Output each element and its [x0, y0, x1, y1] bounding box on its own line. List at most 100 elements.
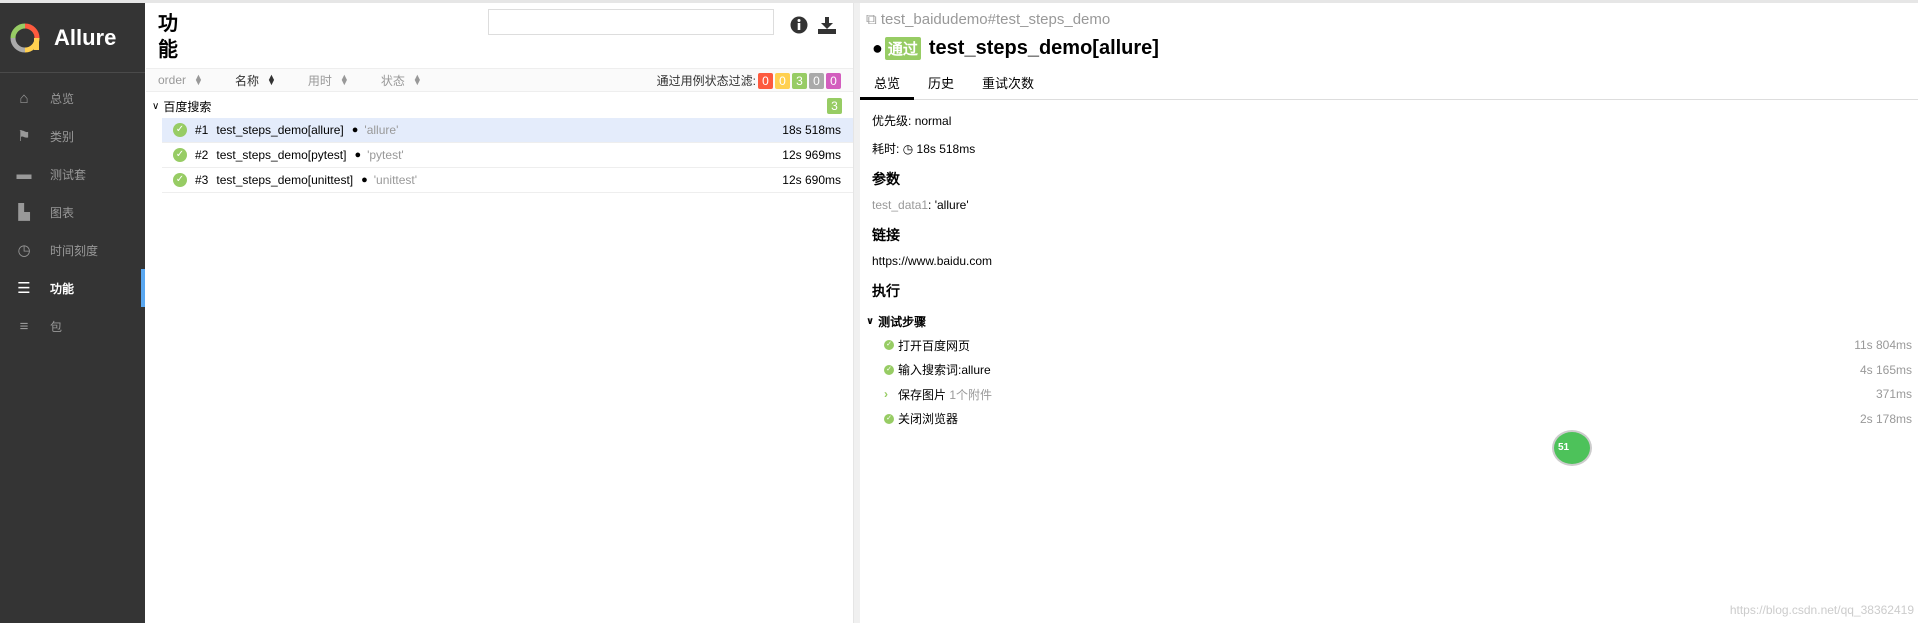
search-input[interactable]	[488, 9, 774, 35]
steps-toggle[interactable]: ∨ 测试步骤	[866, 309, 1912, 333]
param-value: 'allure'	[934, 198, 969, 212]
watermark: https://blog.csdn.net/qq_38362419	[1729, 603, 1914, 617]
sidebar-item-graphs[interactable]: ▙ 图表	[0, 193, 145, 231]
bar-chart-icon: ▙	[18, 204, 30, 221]
copy-icon[interactable]: ⧉	[866, 11, 881, 28]
step-name: 打开百度网页	[898, 338, 971, 353]
test-path: ⧉ test_baidudemo#test_steps_demo	[866, 11, 1110, 28]
step-duration: 4s 165ms	[1859, 362, 1912, 377]
sidebar-item-label: 测试套	[50, 167, 87, 182]
step-attachments: 1个附件	[949, 387, 993, 402]
clock-icon: ◷	[17, 242, 31, 259]
sidebar-item-label: 功能	[50, 281, 75, 296]
sidebar-item-label: 包	[50, 319, 63, 334]
sidebar-item-categories[interactable]: ⚑ 类别	[0, 117, 145, 155]
duration-label: 耗时:	[872, 142, 900, 156]
parameter: test_data1: 'allure'	[872, 198, 969, 212]
filter-skipped[interactable]: 0	[809, 72, 824, 89]
sort-icon: ▲ ▼	[194, 72, 203, 87]
row-name: test_steps_demo[allure]	[216, 123, 344, 137]
sort-label: order	[158, 73, 187, 87]
sort-status[interactable]: 状态 ▲ ▼	[381, 72, 422, 89]
step[interactable]: ✓ 打开百度网页 11s 804ms	[872, 333, 1912, 358]
check-circle-icon: ✓	[173, 123, 187, 137]
allure-logo-icon	[10, 23, 40, 52]
parameter-icon: ●	[351, 124, 359, 136]
info-icon[interactable]	[789, 15, 809, 35]
detail-tabs: 总览 历史 重试次数	[860, 73, 1918, 100]
sort-icon: ▲ ▼	[266, 72, 276, 87]
page-title: 功能	[158, 13, 178, 61]
row-duration: 12s 690ms	[782, 173, 841, 187]
filter-broken[interactable]: 0	[775, 72, 790, 89]
step-name: 关闭浏览器	[898, 412, 959, 427]
check-circle-icon: ✓	[173, 173, 187, 187]
floating-bubble[interactable]: 51	[1552, 430, 1592, 466]
sort-bar: order ▲ ▼ 名称 ▲ ▼ 用时 ▲ ▼ 状态 ▲ ▼ 通过用例状态过滤: 0 0 3 0…	[146, 68, 853, 92]
sidebar-item-label: 图表	[50, 205, 75, 220]
step[interactable]: › 保存图片 1个附件 371ms	[872, 382, 1912, 407]
test-title: ● 通过 test_steps_demo[allure]	[872, 37, 1159, 60]
sort-label: 用时	[307, 73, 332, 88]
step-name: 输入搜索词:allure	[898, 363, 991, 378]
step-duration: 11s 804ms	[1854, 338, 1912, 353]
sidebar-item-packages[interactable]: ≡ 包	[0, 307, 145, 345]
list-icon: ☰	[17, 280, 31, 297]
parameter-icon: ●	[872, 38, 883, 58]
path-text: test_baidudemo#test_steps_demo	[880, 11, 1111, 28]
sort-duration[interactable]: 用时 ▲ ▼	[308, 72, 349, 89]
row-param: 'pytest'	[367, 148, 404, 162]
sidebar: Allure ⌂ 总览 ⚑ 类别 ▬ 测试套 ▙ 图表 ◷ 时间刻度 ☰ 功能 ≡ 包	[0, 3, 145, 623]
parameter-icon: ●	[354, 149, 362, 161]
sidebar-item-overview[interactable]: ⌂ 总览	[0, 79, 145, 117]
brand[interactable]: Allure	[0, 3, 145, 73]
row-number: #1	[195, 123, 209, 137]
filter-failed[interactable]: 0	[758, 72, 773, 89]
tab-retries[interactable]: 重试次数	[968, 73, 1048, 100]
check-circle-icon: ✓	[884, 413, 894, 424]
step[interactable]: ✓ 输入搜索词:allure 4s 165ms	[872, 358, 1912, 383]
tab-history[interactable]: 历史	[914, 73, 968, 100]
check-circle-icon: ✓	[173, 148, 187, 162]
filter-unknown[interactable]: 0	[826, 72, 841, 89]
sidebar-item-timeline[interactable]: ◷ 时间刻度	[0, 231, 145, 269]
duration-value: 18s 518ms	[916, 142, 976, 156]
filter-passed[interactable]: 3	[792, 72, 807, 89]
briefcase-icon: ▬	[16, 165, 32, 183]
sort-order[interactable]: order ▲ ▼	[158, 72, 203, 88]
test-name: test_steps_demo[allure]	[928, 37, 1159, 59]
align-left-icon: ≡	[19, 317, 29, 335]
link[interactable]: https://www.baidu.com	[872, 253, 1912, 281]
table-row[interactable]: ✓ #1 test_steps_demo[allure] ● 'allure' 18s 5…	[162, 118, 853, 143]
app-name: Allure	[54, 24, 117, 50]
row-param: 'unittest'	[373, 173, 418, 187]
table-row[interactable]: ✓ #3 test_steps_demo[unittest] ● 'unittest' 1…	[162, 168, 853, 193]
sidebar-item-suites[interactable]: ▬ 测试套	[0, 155, 145, 193]
duration: 耗时: ◷ 18s 518ms	[872, 141, 1912, 169]
links-heading: 链接	[872, 227, 900, 243]
sidebar-item-label: 时间刻度	[50, 243, 99, 258]
row-number: #2	[195, 148, 209, 162]
severity: 优先级: normal	[872, 113, 1912, 141]
sort-label: 名称	[234, 73, 259, 88]
sidebar-item-behaviors[interactable]: ☰ 功能	[0, 269, 145, 307]
sort-icon: ▲ ▼	[339, 72, 349, 87]
pane-splitter[interactable]	[853, 3, 860, 623]
check-circle-icon: ✓	[884, 340, 894, 351]
flag-icon: ⚑	[17, 128, 31, 145]
steps-heading: 测试步骤	[878, 314, 927, 329]
table-row[interactable]: ✓ #2 test_steps_demo[pytest] ● 'pytest' 12s 9…	[162, 143, 853, 168]
check-circle-icon: ✓	[884, 364, 894, 375]
download-icon[interactable]	[817, 15, 837, 35]
tree-group[interactable]: ∨ 百度搜索 3	[152, 96, 842, 116]
params-heading: 参数	[872, 171, 900, 187]
detail-pane: ⧉ test_baidudemo#test_steps_demo ● 通过 te…	[860, 3, 1918, 623]
clock-icon: ◷	[902, 142, 914, 156]
sort-name[interactable]: 名称 ▲ ▼	[235, 72, 276, 89]
parameter-icon: ●	[361, 174, 368, 186]
row-param: 'allure'	[364, 123, 399, 137]
tab-overview[interactable]: 总览	[860, 73, 915, 100]
step[interactable]: ✓ 关闭浏览器 2s 178ms	[872, 407, 1912, 432]
row-number: #3	[195, 173, 209, 187]
param-name: test_data1	[872, 198, 929, 212]
